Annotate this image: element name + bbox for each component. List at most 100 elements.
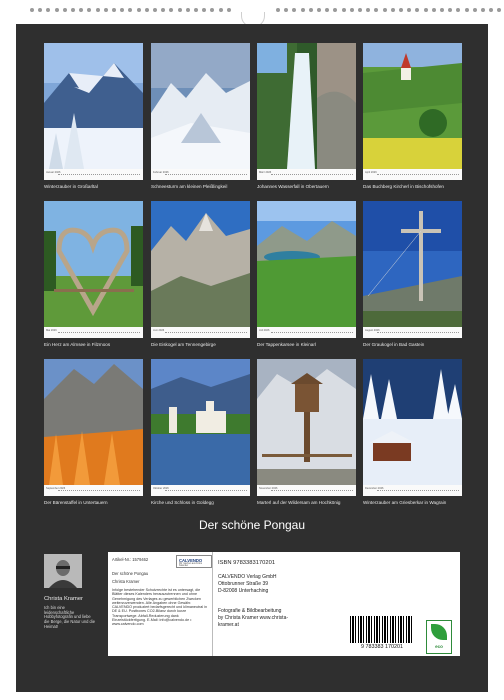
month-photo bbox=[151, 43, 250, 169]
binding-hole bbox=[448, 8, 453, 12]
binding-hole bbox=[300, 8, 305, 12]
barcode-bars bbox=[350, 616, 414, 643]
product-details: Artikel-Nr.: 1579462 CALVENDO Wir machen… bbox=[112, 552, 212, 656]
day-row bbox=[377, 490, 459, 492]
publisher-info-box: Artikel-Nr.: 1579462 CALVENDO Wir machen… bbox=[108, 552, 460, 656]
day-row bbox=[271, 490, 353, 492]
day-row bbox=[58, 174, 140, 176]
binding-hole bbox=[54, 8, 59, 12]
photo-caption: Marterl auf der Wildersam am Hochkönig bbox=[257, 500, 341, 505]
photo-caption: Winterzauber in Großarltal bbox=[44, 184, 98, 189]
publisher-street: Ottobrunner Straße 39 bbox=[218, 581, 269, 587]
calendarium-strip: Mai 2026 bbox=[44, 327, 143, 338]
calendarium-strip: Januar 2026 bbox=[44, 169, 143, 180]
product-author: Christa Kramer bbox=[112, 579, 140, 584]
day-row bbox=[58, 332, 140, 334]
photo-caption: Schneesturm am kleinen Pleißlingkeil bbox=[151, 184, 228, 189]
binding-hole bbox=[399, 8, 403, 12]
binding-hole bbox=[481, 8, 485, 12]
photo-caption: Die Eiskogel am Tennengebirge bbox=[151, 342, 216, 347]
binding-hole bbox=[46, 8, 51, 12]
binding-hole bbox=[407, 8, 412, 12]
photo-caption: Der Bärenstaffel in Untertauern bbox=[44, 500, 108, 505]
binding-hole bbox=[169, 8, 174, 12]
photo-credit-line-2: by Christa Kramer www.christa- bbox=[218, 615, 289, 621]
photo-caption: Winterzauber am Griesberkar in Wagrain bbox=[363, 500, 447, 505]
month-cell: Oktober 2026 Kirche und Schloss in Goldeg… bbox=[151, 359, 250, 507]
photo-caption: Kirche und Schloss in Goldegg bbox=[151, 500, 214, 505]
month-photo bbox=[44, 359, 143, 485]
photo-caption: Der Tappenkarsee in Kleinarl bbox=[257, 342, 316, 347]
calvendo-badge: CALVENDO Wir machen aus Fotos Kalender bbox=[176, 555, 212, 568]
day-row bbox=[377, 332, 459, 334]
binding-hole bbox=[415, 8, 420, 12]
publisher-name: CALVENDO Verlag GmbH bbox=[218, 574, 277, 580]
month-photo bbox=[44, 201, 143, 327]
calendarium-strip: März 2026 bbox=[257, 169, 356, 180]
month-cell: März 2026 Johannes Wasserfall in Obertaue… bbox=[257, 43, 356, 191]
month-cell: Januar 2026 Winterzauber in Großarltal bbox=[44, 43, 143, 191]
month-label: April 2026 bbox=[365, 171, 377, 174]
binding-hole bbox=[185, 8, 190, 12]
calendarium-strip: Oktober 2026 bbox=[151, 485, 250, 496]
binding-hole bbox=[30, 8, 34, 12]
binding-hole bbox=[308, 8, 313, 12]
binding-hole bbox=[423, 8, 428, 12]
month-photo bbox=[363, 201, 462, 327]
binding-hole bbox=[358, 8, 362, 12]
leaf-icon bbox=[431, 624, 447, 640]
binding-hole bbox=[194, 8, 198, 12]
binding-hole bbox=[382, 8, 387, 12]
binding-hole bbox=[341, 8, 346, 12]
binding-hole bbox=[489, 8, 494, 12]
binding-hole bbox=[472, 8, 477, 12]
calendarium-strip: Dezember 2026 bbox=[363, 485, 462, 496]
month-photo bbox=[257, 359, 356, 485]
month-photo bbox=[363, 359, 462, 485]
binding-hole bbox=[456, 8, 461, 12]
binding-hole bbox=[464, 8, 469, 12]
binding-hole bbox=[226, 8, 231, 12]
month-photo bbox=[151, 201, 250, 327]
calendarium-strip: Juni 2026 bbox=[151, 327, 250, 338]
binding-hole bbox=[292, 8, 297, 12]
author-portrait bbox=[44, 554, 82, 588]
binding-hole bbox=[128, 8, 133, 12]
publisher-details: ISBN 9783383170201 CALVENDO Verlag GmbH … bbox=[216, 554, 456, 654]
day-row bbox=[377, 174, 459, 176]
binding-hole bbox=[112, 8, 116, 12]
month-cell: Juni 2026 Die Eiskogel am Tennengebirge bbox=[151, 201, 250, 349]
day-row bbox=[58, 490, 140, 492]
binding-hole bbox=[62, 8, 67, 12]
month-label: Mai 2026 bbox=[46, 329, 57, 332]
binding-hole bbox=[366, 8, 371, 12]
product-title: Der schöne Pongau bbox=[112, 571, 149, 576]
binding-hole bbox=[333, 8, 338, 12]
binding-hole bbox=[144, 8, 149, 12]
publisher-city: D-82008 Unterhaching bbox=[218, 588, 269, 594]
day-row bbox=[165, 490, 247, 492]
binding-hole bbox=[325, 8, 330, 12]
day-row bbox=[271, 174, 353, 176]
binding-hole bbox=[79, 8, 84, 12]
binding-hole bbox=[317, 8, 321, 12]
month-cell: Mai 2026 Ein Herz am Almsee in Filzmoos bbox=[44, 201, 143, 349]
binding-hole bbox=[153, 8, 157, 12]
month-label: Juni 2026 bbox=[153, 329, 165, 332]
column-divider bbox=[212, 552, 213, 656]
binding-hole bbox=[390, 8, 395, 12]
binding-hole bbox=[87, 8, 92, 12]
calendarium-strip: November 2026 bbox=[257, 485, 356, 496]
binding-hole bbox=[177, 8, 182, 12]
day-row bbox=[165, 332, 247, 334]
photo-caption: Der Graukogel in Bad Gastein bbox=[363, 342, 425, 347]
eco-badge: eco bbox=[426, 620, 452, 654]
eco-label: eco bbox=[435, 644, 443, 649]
month-cell: November 2026 Marterl auf der Wildersam a… bbox=[257, 359, 356, 507]
binding-hole bbox=[120, 8, 125, 12]
month-photo bbox=[151, 359, 250, 485]
calendar-title: Der schöne Pongau bbox=[198, 518, 306, 532]
month-cell: September 2026 Der Bärenstaffel in Untert… bbox=[44, 359, 143, 507]
author-bio: Ich bin eine leidenschaftliche Hobbyfoto… bbox=[44, 605, 95, 629]
photo-caption: Das Buchberg Kircherl in Bischofshofen bbox=[363, 184, 444, 189]
